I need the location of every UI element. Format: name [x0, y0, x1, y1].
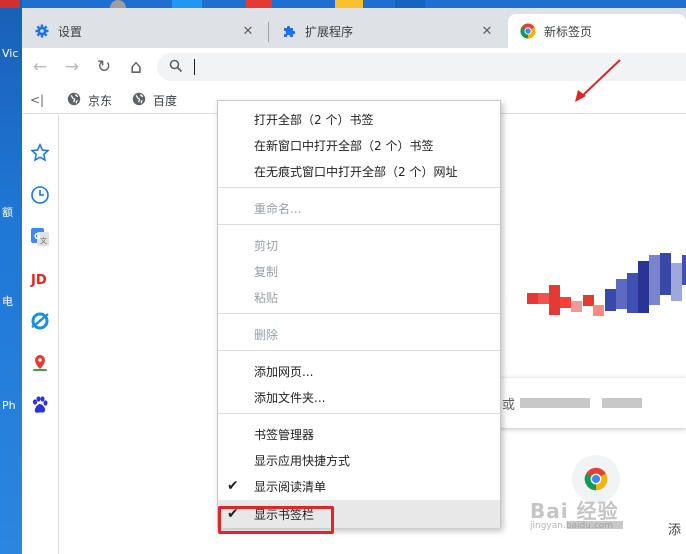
menu-item-label: 显示阅读清单 — [254, 479, 327, 494]
blurred-text — [520, 398, 590, 408]
close-icon[interactable]: ✕ — [479, 24, 495, 39]
annotation-arrow-icon — [575, 59, 621, 102]
tab-label: 扩展程序 — [305, 24, 354, 39]
svg-text:JD: JD — [30, 273, 47, 288]
menu-item-open-all-new-window[interactable]: 在新窗口中打开全部（2 个）书签 — [218, 132, 500, 158]
maps-icon[interactable] — [28, 351, 52, 375]
menu-item-bookmark-manager[interactable]: 书签管理器 — [218, 421, 500, 447]
watermark-url: jingyan.baidu.com — [530, 521, 614, 531]
menu-item-show-reading-list[interactable]: ✔ 显示阅读清单 — [218, 473, 500, 499]
taskbar-app-icon[interactable] — [172, 0, 202, 8]
taskbar-app-icon[interactable] — [110, 0, 126, 8]
tab-label: 设置 — [58, 24, 83, 39]
menu-item-open-all[interactable]: 打开全部（2 个）书签 — [218, 106, 500, 132]
puzzle-icon — [281, 23, 297, 39]
taskbar-app-icon[interactable] — [246, 0, 272, 8]
chrome-icon — [584, 467, 608, 491]
chrome-icon — [520, 23, 536, 39]
google-translate-icon[interactable]: G文 — [28, 225, 52, 249]
globe-icon — [67, 92, 81, 109]
checkmark-icon: ✔ — [227, 478, 239, 494]
back-button[interactable]: ← — [28, 55, 52, 79]
taskbar-app-icon[interactable] — [0, 0, 20, 8]
desktop-icon-label: 额 — [2, 206, 13, 219]
desktop-icon-label: Ph — [2, 399, 16, 412]
side-panel: G文 JD — [22, 115, 59, 554]
menu-separator — [218, 187, 500, 188]
menu-item-open-all-incognito[interactable]: 在无痕式窗口中打开全部（2 个）网址 — [218, 158, 500, 184]
bookmark-item-baidu[interactable]: 百度 — [132, 91, 177, 109]
tab-label: 新标签页 — [544, 24, 593, 39]
text-cursor — [194, 59, 195, 75]
desktop-icon-label: 电 — [2, 295, 13, 308]
menu-separator — [218, 413, 500, 414]
annotation-highlight-box — [218, 506, 334, 534]
bookmark-label: 京东 — [88, 93, 113, 108]
menu-item-paste: 粘贴 — [254, 290, 279, 305]
star-icon[interactable] — [28, 141, 52, 165]
menu-item-copy: 复制 — [254, 264, 279, 279]
menu-separator — [218, 350, 500, 351]
globe-icon — [132, 92, 146, 109]
apps-shortcut[interactable]: <| — [30, 91, 44, 109]
baidu-paw-icon[interactable] — [28, 393, 52, 417]
tab-new-tab[interactable]: 新标签页 — [508, 14, 686, 48]
search-icon — [169, 59, 183, 76]
bookmark-label: 百度 — [153, 93, 178, 108]
tab-strip: 设置 ✕ 扩展程序 ✕ 新标签页 — [22, 8, 686, 48]
browser-icon[interactable] — [28, 309, 52, 333]
blurred-text — [602, 398, 642, 408]
taskbar-app-icon[interactable] — [395, 0, 425, 8]
menu-item-rename: 重命名... — [254, 201, 302, 216]
menu-item-show-apps-shortcut[interactable]: 显示应用快捷方式 — [218, 447, 500, 473]
menu-separator — [218, 313, 500, 314]
bookmark-item-jd[interactable]: 京东 — [67, 91, 112, 109]
menu-item-cut: 剪切 — [254, 238, 279, 253]
forward-button[interactable]: → — [60, 55, 84, 79]
desktop-icon-label: Vic — [2, 47, 19, 60]
new-tab-search-box[interactable]: 或 — [482, 378, 686, 428]
menu-item-delete: 删除 — [254, 327, 279, 342]
tab-settings[interactable]: 设置 ✕ — [22, 14, 266, 48]
taskbar-app-icon[interactable] — [335, 0, 363, 8]
reload-button[interactable]: ↻ — [92, 55, 116, 79]
tab-extensions[interactable]: 扩展程序 ✕ — [269, 14, 505, 48]
menu-item-add-page[interactable]: 添加网页... — [218, 358, 500, 384]
home-button[interactable]: ⌂ — [124, 55, 148, 79]
bookmark-context-menu: 打开全部（2 个）书签 在新窗口中打开全部（2 个）书签 在无痕式窗口中打开全部… — [217, 100, 501, 534]
menu-separator — [218, 224, 500, 225]
clock-icon[interactable] — [28, 183, 52, 207]
menu-item-add-folder[interactable]: 添加文件夹... — [218, 384, 500, 410]
browser-window: 设置 ✕ 扩展程序 ✕ 新标签页 ← → ↻ ⌂ <| 京东 百度 G 文 JD… — [22, 8, 686, 554]
close-icon[interactable]: ✕ — [240, 24, 256, 39]
gear-icon — [34, 23, 50, 39]
watermark-logo: Bai 经验 — [530, 499, 619, 523]
jd-icon[interactable]: JD — [28, 267, 52, 291]
search-placeholder: 或 — [502, 398, 516, 413]
add-shortcut-label[interactable]: 添 — [668, 519, 681, 538]
svg-text:文: 文 — [40, 236, 47, 245]
desktop-background: Vic 额 电 Ph — [0, 0, 22, 554]
